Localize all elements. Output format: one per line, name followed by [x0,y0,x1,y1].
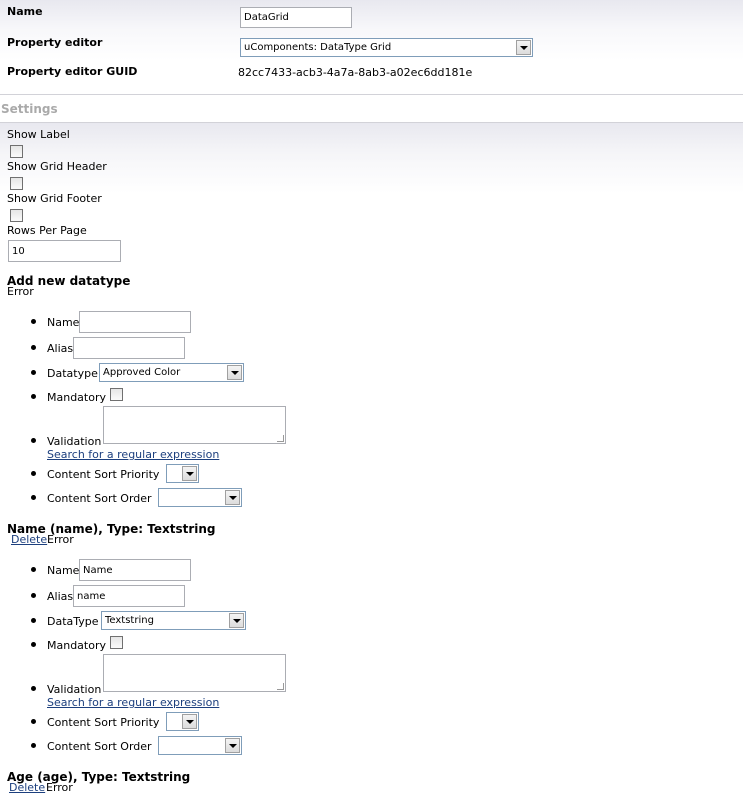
column-datatype-label: DataType [47,615,99,628]
column-sort-order-label: Content Sort Order [47,740,152,753]
show-grid-footer-checkbox[interactable] [10,209,23,222]
chevron-down-icon [225,490,240,505]
column-validation-label: Validation [47,683,102,696]
show-grid-footer-label: Show Grid Footer [7,192,102,205]
property-editor-label: Property editor [7,36,103,49]
list-bullet [31,438,36,443]
show-label-label: Show Label [7,128,70,141]
new-sort-priority-label: Content Sort Priority [47,468,160,481]
new-sort-order-select[interactable] [158,488,242,507]
new-datatype-value: Approved Color [103,367,181,378]
settings-header: Settings [0,96,743,123]
column-datatype-value: Textstring [105,615,154,626]
column-mandatory-checkbox[interactable] [110,636,123,649]
list-bullet [31,618,36,623]
new-alias-input[interactable] [73,337,185,359]
new-datatype-label: Datatype [47,367,98,380]
column-validation-textarea[interactable] [103,654,286,692]
chevron-down-icon [182,466,197,481]
column-error-text: Error [46,781,73,794]
new-name-input[interactable] [79,311,191,333]
column-datatype-select[interactable]: Textstring [101,611,246,630]
new-regex-link[interactable]: Search for a regular expression [47,448,219,461]
name-label: Name [7,5,43,18]
new-name-label: Name [47,316,80,329]
column-sort-priority-label: Content Sort Priority [47,716,160,729]
new-datatype-select[interactable]: Approved Color [99,363,244,382]
list-bullet [31,319,36,324]
list-bullet [31,642,36,647]
list-bullet [31,567,36,572]
new-mandatory-checkbox[interactable] [110,388,123,401]
list-bullet [31,743,36,748]
list-bullet [31,471,36,476]
list-bullet [31,593,36,598]
column-name-label: Name [47,564,80,577]
list-bullet [31,686,36,691]
new-mandatory-label: Mandatory [47,391,107,404]
chevron-down-icon [182,714,197,729]
chevron-down-icon [227,365,242,380]
delete-column-link[interactable]: Delete [9,781,45,794]
new-sort-order-label: Content Sort Order [47,492,152,505]
rows-per-page-label: Rows Per Page [7,224,87,237]
column-sort-priority-select[interactable] [166,712,199,731]
column-alias-input[interactable] [73,585,185,607]
error-text: Error [7,285,34,298]
list-bullet [31,495,36,500]
new-alias-label: Alias [47,342,74,355]
column-regex-link[interactable]: Search for a regular expression [47,696,219,709]
guid-label: Property editor GUID [7,65,138,78]
new-validation-label: Validation [47,435,102,448]
name-input[interactable] [240,7,352,28]
new-sort-priority-select[interactable] [166,464,199,483]
show-label-checkbox[interactable] [10,145,23,158]
list-bullet [31,394,36,399]
show-grid-header-checkbox[interactable] [10,177,23,190]
list-bullet [31,345,36,350]
property-editor-select[interactable]: uComponents: DataType Grid [240,38,533,57]
column-sort-order-select[interactable] [158,736,242,755]
column-name-input[interactable] [79,559,191,581]
chevron-down-icon [229,613,244,628]
column-mandatory-label: Mandatory [47,639,107,652]
property-editor-value: uComponents: DataType Grid [244,42,392,53]
rows-per-page-input[interactable] [8,240,121,262]
chevron-down-icon [225,738,240,753]
column-alias-label: Alias [47,590,74,603]
show-grid-header-label: Show Grid Header [7,160,107,173]
list-bullet [31,370,36,375]
guid-value: 82cc7433-acb3-4a7a-8ab3-a02ec6dd181e [238,66,473,79]
chevron-down-icon [516,40,531,55]
column-error-text: Error [47,533,74,546]
new-validation-textarea[interactable] [103,406,286,444]
delete-column-link[interactable]: Delete [11,533,47,546]
settings-title: Settings [1,102,58,116]
list-bullet [31,719,36,724]
